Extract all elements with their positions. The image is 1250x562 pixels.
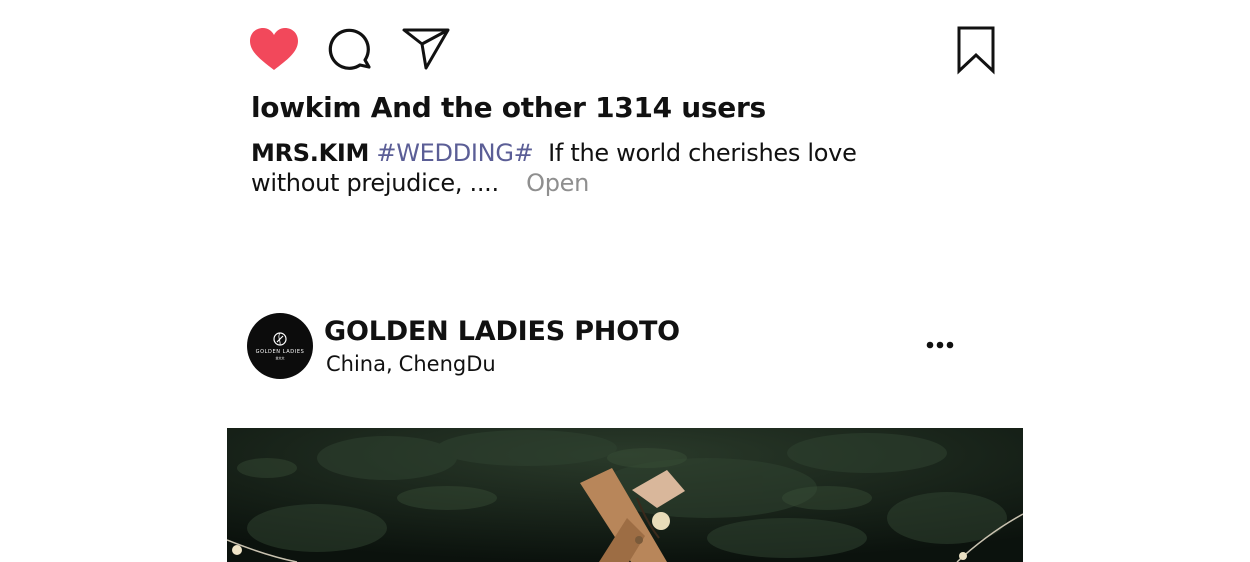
wedding-photo-image [227, 428, 1023, 562]
location-country: China, [326, 352, 393, 376]
like-button[interactable] [249, 27, 299, 73]
caption-open-link[interactable]: Open [526, 169, 589, 197]
save-button[interactable] [955, 25, 997, 75]
more-options-button[interactable] [924, 335, 958, 355]
avatar[interactable]: GOLDEN LADIES 金太太 [247, 313, 313, 379]
share-button[interactable] [401, 26, 451, 72]
location-city: ChengDu [398, 352, 496, 376]
account-name[interactable]: GOLDEN LADIES PHOTO [324, 315, 680, 349]
likes-count[interactable]: lowkim And the other 1314 users [251, 90, 766, 126]
comment-button[interactable] [327, 27, 375, 73]
post-location[interactable]: China, ChengDu [326, 350, 496, 378]
post-caption: MRS.KIM #WEDDING# If the world cherishes… [251, 138, 951, 198]
bookmark-icon [957, 26, 995, 75]
more-horizontal-icon [926, 341, 954, 349]
golden-ladies-logo-icon [273, 332, 287, 346]
avatar-logo-text: GOLDEN LADIES [255, 349, 305, 355]
post-photo[interactable] [227, 428, 1023, 562]
heart-filled-icon [250, 28, 298, 70]
paper-plane-icon [402, 28, 450, 70]
avatar-logo-subtext: 金太太 [275, 356, 285, 360]
comment-bubble-icon [328, 28, 371, 70]
caption-author[interactable]: MRS.KIM [251, 139, 369, 167]
caption-hashtag[interactable]: #WEDDING# [376, 139, 533, 167]
